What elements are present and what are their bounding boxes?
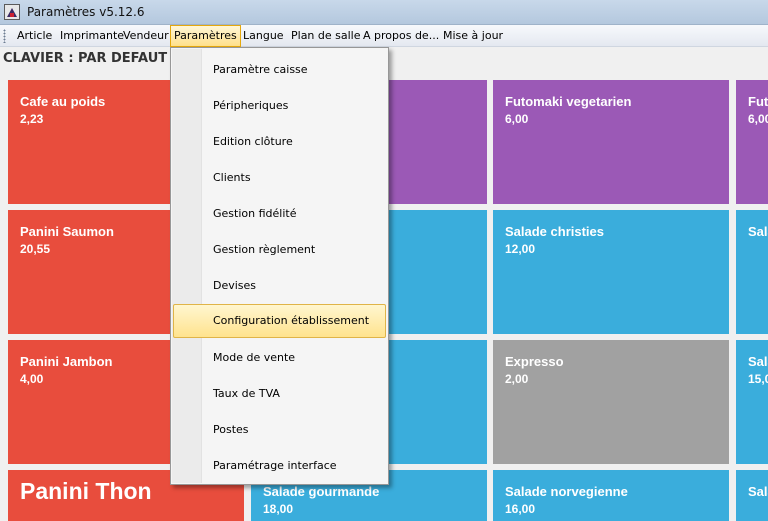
tile-name: Sala: [748, 484, 768, 499]
menu-item-label: Taux de TVA: [213, 387, 280, 400]
menu-mise-a-jour[interactable]: Mise à jour: [440, 28, 506, 45]
menu-item-label: Postes: [213, 423, 249, 436]
tile-price: 2,23: [20, 112, 44, 126]
menu-item-label: Paramètre caisse: [213, 63, 308, 76]
menu-bar: Article Imprimante Vendeur Paramètres La…: [0, 25, 768, 47]
menu-article[interactable]: Article: [14, 28, 55, 45]
tile-name: Panini Thon: [20, 478, 152, 504]
menu-vendeur[interactable]: Vendeur: [120, 28, 172, 45]
menu-item-postes[interactable]: Postes: [173, 413, 386, 447]
tile-name: Futo: [748, 94, 768, 109]
menu-item-gestion-reglement[interactable]: Gestion règlement: [173, 233, 386, 267]
menu-item-label: Péripheriques: [213, 99, 289, 112]
menu-item-gestion-fidelite[interactable]: Gestion fidélité: [173, 197, 386, 231]
menu-a-propos[interactable]: A propos de...: [360, 28, 442, 45]
keyboard-title: CLAVIER : PAR DEFAUT: [3, 51, 168, 66]
tile-name: Salade norvegienne: [505, 484, 628, 499]
menu-item-label: Devises: [213, 279, 257, 292]
menu-item-label: Mode de vente: [213, 351, 296, 364]
menu-item-peripheriques[interactable]: Péripheriques: [173, 89, 386, 123]
tile-name: Panini Jambon: [20, 354, 113, 369]
menu-item-label: Gestion fidélité: [213, 207, 297, 220]
menu-item-label: Configuration établissement: [213, 314, 370, 327]
tile-price: 16,00: [505, 502, 536, 516]
tile-price: 4,00: [20, 372, 44, 386]
menu-item-label: Edition clôture: [213, 135, 293, 148]
product-tile[interactable]: Expresso 2,00: [493, 340, 729, 464]
product-tile[interactable]: Sala: [736, 210, 768, 334]
toolbar-grip-icon[interactable]: [3, 29, 6, 43]
tile-name: Panini Saumon: [20, 224, 114, 239]
menu-item-devises[interactable]: Devises: [173, 269, 386, 303]
menu-parametres[interactable]: Paramètres: [170, 25, 241, 47]
product-tile[interactable]: Sala 15,0: [736, 340, 768, 464]
menu-item-taux-de-tva[interactable]: Taux de TVA: [173, 377, 386, 411]
tile-price: 20,55: [20, 242, 51, 256]
menu-item-clients[interactable]: Clients: [173, 161, 386, 195]
title-bar: Paramètres v5.12.6: [0, 0, 768, 25]
product-tile[interactable]: Salade christies 12,00: [493, 210, 729, 334]
tile-name: Salade christies: [505, 224, 604, 239]
tile-price: 18,00: [263, 502, 294, 516]
menu-langue[interactable]: Langue: [240, 28, 287, 45]
tile-name: Expresso: [505, 354, 564, 369]
product-tile[interactable]: Futo 6,00: [736, 80, 768, 204]
tile-price: 6,00: [748, 112, 768, 126]
menu-item-configuration-etablissement[interactable]: Configuration établissement: [173, 304, 386, 338]
tile-price: 15,0: [748, 372, 768, 386]
product-tile[interactable]: Salade norvegienne 16,00: [493, 470, 729, 521]
menu-item-label: Gestion règlement: [213, 243, 316, 256]
tile-price: 6,00: [505, 112, 529, 126]
menu-item-label: Clients: [213, 171, 251, 184]
product-tile[interactable]: Futomaki vegetarien 6,00: [493, 80, 729, 204]
menu-plan-de-salle[interactable]: Plan de salle: [288, 28, 364, 45]
menu-item-label: Paramétrage interface: [213, 459, 337, 472]
window-title: Paramètres v5.12.6: [27, 5, 145, 19]
tile-name: Cafe au poids: [20, 94, 106, 109]
menu-item-mode-de-vente[interactable]: Mode de vente: [173, 341, 386, 375]
tile-price: 12,00: [505, 242, 536, 256]
tile-name: Sala: [748, 354, 768, 369]
menu-item-edition-cloture[interactable]: Edition clôture: [173, 125, 386, 159]
tile-name: Sala: [748, 224, 768, 239]
product-tile[interactable]: Sala: [736, 470, 768, 521]
parametres-dropdown-menu: Paramètre caisse Péripheriques Edition c…: [170, 47, 389, 485]
app-logo-icon: [4, 4, 20, 20]
menu-item-parametre-caisse[interactable]: Paramètre caisse: [173, 53, 386, 87]
tile-name: Salade gourmande: [263, 484, 380, 499]
tile-price: 2,00: [505, 372, 529, 386]
menu-item-parametrage-interface[interactable]: Paramétrage interface: [173, 449, 386, 483]
menu-imprimante[interactable]: Imprimante: [57, 28, 127, 45]
tile-name: Futomaki vegetarien: [505, 94, 632, 109]
